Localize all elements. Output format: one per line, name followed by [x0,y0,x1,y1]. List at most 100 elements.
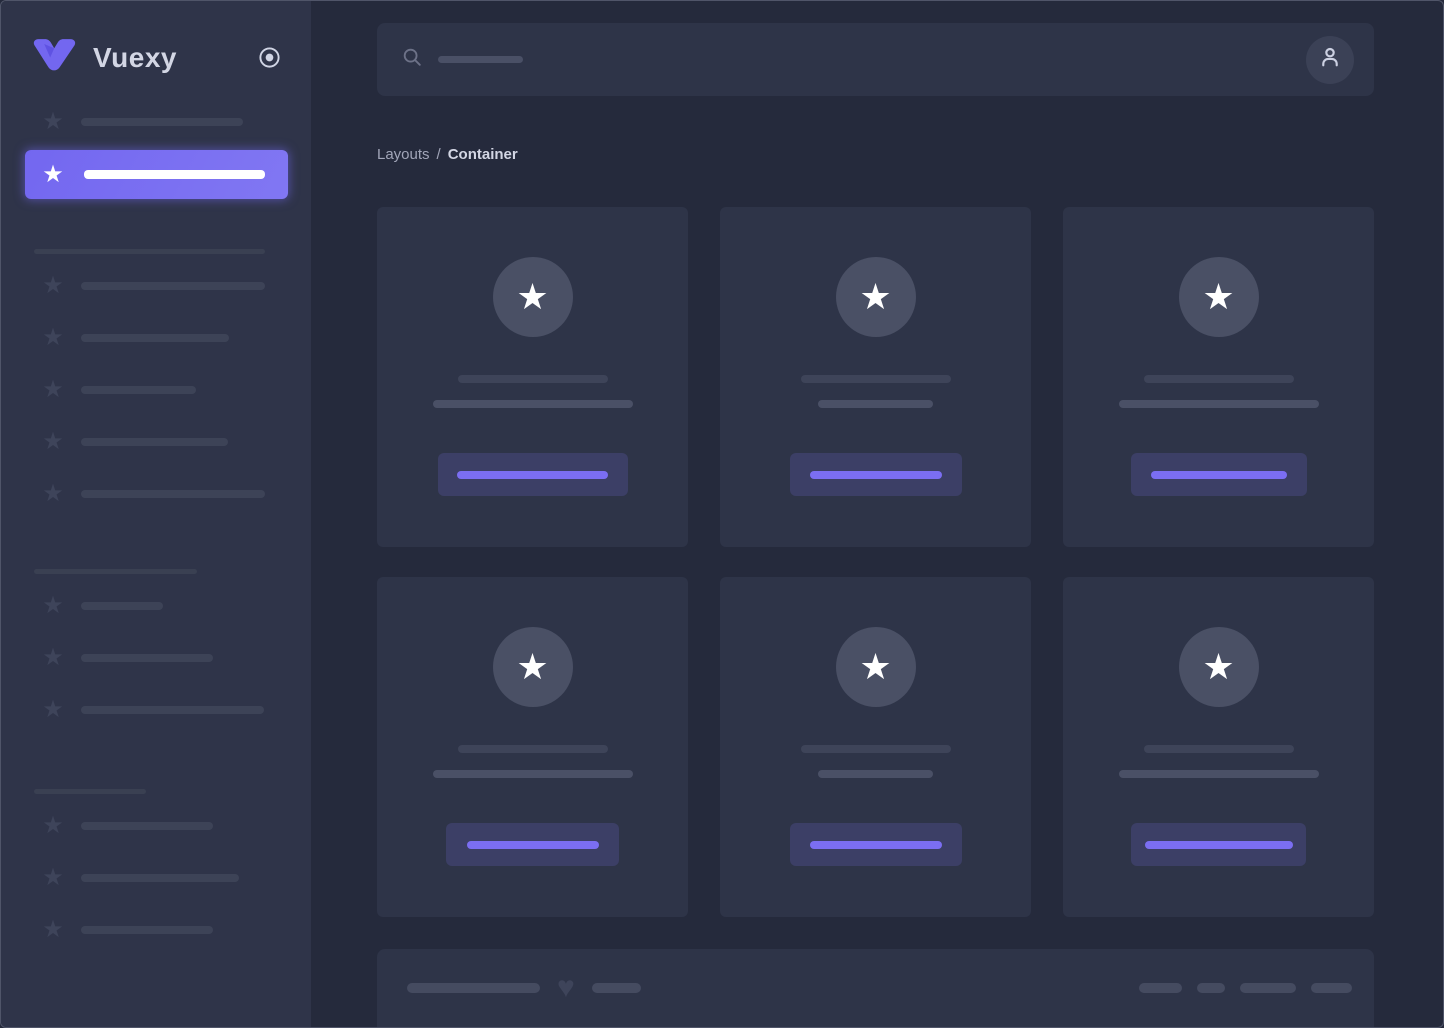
menu-label-placeholder [81,490,265,498]
sidebar-item[interactable]: ★ [25,914,288,946]
card-avatar: ★ [492,257,573,337]
card-title-placeholder [800,375,951,383]
breadcrumb-parent-link[interactable]: Layouts [377,146,430,163]
button-label-placeholder [1144,840,1293,849]
card-subtitle-placeholder [432,400,633,408]
star-icon: ★ [42,480,64,507]
sidebar-section-header-placeholder [34,569,197,574]
sidebar-section: ★ ★ ★ [25,789,288,966]
sidebar-item[interactable]: ★ [25,478,288,510]
card-action-button[interactable] [789,823,962,866]
card-avatar: ★ [1178,627,1259,707]
user-avatar[interactable] [1306,35,1354,84]
menu-label-placeholder [81,386,196,394]
star-icon: ★ [42,644,64,671]
card-title-placeholder [1143,745,1294,753]
sidebar-item[interactable]: ★ [25,374,288,406]
star-icon: ★ [42,428,64,455]
star-icon: ★ [516,276,549,317]
card-action-button[interactable] [1130,453,1307,496]
star-icon: ★ [42,592,64,619]
search-icon [401,46,423,73]
card-avatar: ★ [835,257,916,337]
footer-link-placeholder [1240,983,1296,993]
star-icon: ★ [42,812,64,839]
card: ★ [377,207,688,547]
button-label-placeholder [457,470,608,479]
sidebar-nav: ★ ★ ★ ★ ★ ★ ★ ★ ★ ★ ★ ★ ★ [1,74,311,966]
star-icon: ★ [1202,276,1235,317]
main-content: Layouts / Container ★ ★ ★ ★ ★ ★ ♥ [311,1,1443,1027]
card-title-placeholder [457,745,608,753]
sidebar-item[interactable]: ★ [25,694,288,726]
card-action-button[interactable] [437,453,628,496]
sidebar-item-active[interactable]: ★ [25,150,288,199]
card-subtitle-placeholder [432,770,633,778]
card-action-button[interactable] [1131,823,1306,866]
button-label-placeholder [466,840,599,849]
card-avatar: ★ [835,627,916,707]
breadcrumb: Layouts / Container [377,146,1374,164]
star-icon: ★ [42,376,64,403]
star-icon: ★ [42,324,64,351]
sidebar-section-header-placeholder [34,789,146,794]
footer-link-placeholder [1139,983,1182,993]
button-label-placeholder [1150,470,1287,479]
person-icon [1317,44,1343,75]
sidebar-item[interactable]: ★ [25,322,288,354]
card-subtitle-placeholder [818,770,933,778]
menu-label-placeholder [81,334,229,342]
sidebar-item[interactable]: ★ [25,642,288,674]
card: ★ [1063,207,1374,547]
star-icon: ★ [42,696,64,723]
star-icon: ★ [516,646,549,687]
card-subtitle-placeholder [1118,400,1319,408]
star-icon: ★ [42,108,64,135]
button-label-placeholder [809,840,942,849]
cards-grid: ★ ★ ★ ★ ★ ★ [377,207,1374,917]
footer-text-placeholder [591,983,641,993]
footer-text-placeholder [407,983,540,993]
card: ★ [720,577,1031,917]
vuexy-logo-icon [32,38,77,77]
sidebar-section: ★ ★ ★ [25,569,288,746]
sidebar-section: ★ ★ [25,106,288,219]
heart-icon: ♥ [557,971,575,1004]
footer-card: ♥ [377,949,1374,1027]
menu-label-placeholder [81,926,213,934]
menu-label-placeholder [81,654,213,662]
sidebar-item[interactable]: ★ [25,270,288,302]
star-icon: ★ [42,864,64,891]
app-title: Vuexy [93,41,177,73]
star-icon: ★ [859,276,892,317]
sidebar-item[interactable]: ★ [25,862,288,894]
sidebar-item[interactable]: ★ [25,810,288,842]
menu-label-placeholder [81,602,163,610]
sidebar-item[interactable]: ★ [25,106,288,138]
star-icon: ★ [1202,646,1235,687]
card-action-button[interactable] [789,453,962,496]
card-subtitle-placeholder [818,400,933,408]
star-icon: ★ [859,646,892,687]
footer-link-placeholder [1311,983,1352,993]
menu-label-placeholder [81,822,213,830]
star-icon: ★ [42,160,64,188]
breadcrumb-current: Container [447,146,518,163]
star-icon: ★ [42,916,64,943]
app-window: Vuexy ★ ★ ★ ★ ★ ★ ★ ★ ★ ★ ★ ★ ★ Layouts … [0,0,1444,1028]
card: ★ [377,577,688,917]
search-bar[interactable] [377,23,1374,96]
menu-pin-toggle-icon[interactable] [258,46,281,69]
card-avatar: ★ [492,627,573,707]
card: ★ [1063,577,1374,917]
logo-row: Vuexy [32,38,281,77]
card-action-button[interactable] [446,823,619,866]
menu-label-placeholder [84,170,265,179]
search-placeholder-bar [438,56,523,63]
menu-label-placeholder [81,438,228,446]
sidebar-item[interactable]: ★ [25,426,288,458]
footer-links [1139,983,1352,993]
sidebar-item[interactable]: ★ [25,590,288,622]
sidebar-section: ★ ★ ★ ★ ★ [25,249,288,530]
button-label-placeholder [809,470,942,479]
